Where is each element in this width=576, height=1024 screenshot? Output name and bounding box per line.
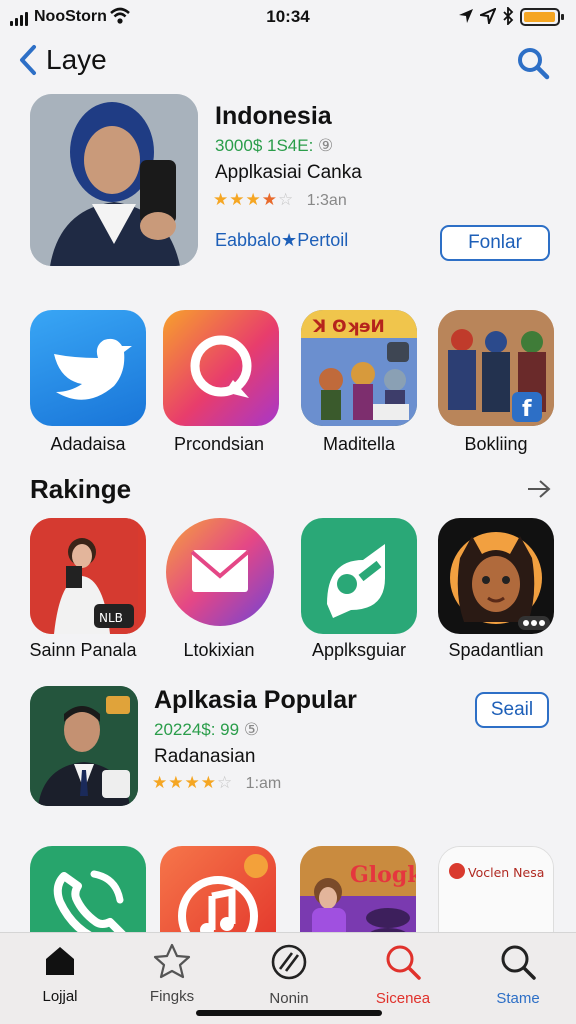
back-button[interactable]: Laye (18, 44, 107, 76)
app-label: Sainn Panala (29, 640, 137, 660)
featured-rating-count: 1:3an (306, 192, 347, 209)
app-label: Prcondsian (173, 434, 265, 454)
popular-price-suffix: ⑤ (243, 720, 260, 739)
app-label: Maditella (322, 434, 396, 454)
photo-person-icon: NLB (30, 518, 138, 634)
svg-text:NLB: NLB (99, 611, 123, 625)
status-bar: NooStorn 10:34 (0, 0, 576, 34)
search-icon (501, 945, 536, 980)
section-title: Rakinge (30, 474, 132, 504)
star-rating: ★★★★☆ (213, 190, 295, 209)
avatar-art-icon (450, 532, 550, 630)
app-icon-sainn-panala[interactable]: NLB (30, 518, 146, 634)
page-title: Laye (46, 44, 107, 75)
app-icon-prcondsian[interactable] (163, 310, 279, 426)
featured-app-subtitle: Applkasiai Canka (215, 162, 362, 183)
featured-rating: ★★★★☆ 1:3an (213, 190, 347, 210)
featured-developer-link[interactable]: Eabbalo★Pertoil (215, 230, 348, 251)
popular-app-subtitle: Radanasian (154, 746, 256, 767)
app-label: Bokliing (464, 434, 528, 454)
person-photo-icon (30, 94, 198, 266)
heroes-art-icon: f (438, 310, 554, 426)
location-outline-icon (480, 8, 496, 24)
featured-app-image[interactable] (30, 94, 198, 266)
get-button[interactable]: Seail (475, 692, 549, 728)
chevron-left-icon (20, 45, 36, 75)
app-icon-bokliing[interactable]: f (438, 310, 554, 426)
slash-circle-icon (271, 944, 307, 980)
featured-price-value: 3000$ 1S4E: (215, 136, 314, 155)
tab-rankings[interactable]: Fingks (117, 943, 227, 1005)
tab-home[interactable]: Lojjal (5, 943, 115, 1005)
app-label: Ltokixian (183, 640, 255, 660)
get-button[interactable]: Fonlar (440, 225, 550, 261)
arrow-right-icon[interactable] (526, 478, 552, 500)
home-indicator (196, 1010, 382, 1016)
featured-app-title: Indonesia (215, 102, 332, 130)
home-icon (46, 947, 74, 975)
search-icon (386, 945, 421, 980)
tab-search-red[interactable]: Sicenea (348, 943, 458, 1007)
popular-price: 20224$: 99 ⑤ (154, 720, 259, 740)
popular-section-title: Aplkasia Popular (154, 686, 357, 714)
bird-icon (54, 338, 132, 400)
app-icon-adadaisa[interactable] (30, 310, 146, 426)
star-rating: ★★★★☆ (152, 773, 234, 792)
star-icon (153, 943, 191, 979)
mail-icon (190, 550, 250, 592)
app-icon-spadantlian[interactable] (438, 518, 554, 634)
status-right-icons (458, 7, 514, 25)
tab-nonin[interactable]: Nonin (234, 943, 344, 1007)
svg-text:Glogk: Glogk (350, 862, 416, 888)
tab-label: Stame (496, 990, 540, 1007)
bluetooth-icon (503, 7, 514, 25)
game-art-icon: ꓘ ʘʞɘИ (301, 310, 417, 426)
chat-bubble-icon (190, 335, 252, 398)
person-photo-icon (30, 686, 138, 806)
app-label: Adadaisa (50, 434, 126, 454)
popular-rating-count: 1:am (245, 775, 282, 792)
app-label: Applksguiar (311, 640, 407, 660)
battery-icon (520, 8, 564, 26)
svg-text:Voclen Nesa: Voclen Nesa (468, 865, 544, 880)
svg-text:f: f (522, 397, 532, 422)
swirl-logo-icon (327, 544, 385, 618)
popular-app-image[interactable] (30, 686, 138, 806)
search-icon[interactable] (516, 46, 550, 80)
app-icon-ltokixian[interactable] (166, 518, 274, 626)
popular-price-value: 20224$: 99 (154, 720, 240, 739)
location-icon (459, 9, 473, 23)
app-label: Spadantlian (448, 640, 544, 660)
tab-label: Fingks (149, 988, 195, 1005)
tab-search[interactable]: Stame (463, 943, 573, 1007)
tab-label: Lojjal (42, 988, 78, 1005)
featured-price-suffix: ⑨ (318, 136, 334, 155)
tab-label: Sicenea (375, 990, 431, 1007)
popular-rating: ★★★★☆ 1:am (152, 773, 281, 793)
app-icon-maditella[interactable]: ꓘ ʘʞɘИ (301, 310, 417, 426)
svg-text:ꓘ ʘʞɘИ: ꓘ ʘʞɘИ (312, 317, 385, 337)
featured-price: 3000$ 1S4E: ⑨ (215, 136, 333, 156)
app-icon-applksguiar[interactable] (301, 518, 417, 634)
tab-label: Nonin (269, 990, 309, 1007)
